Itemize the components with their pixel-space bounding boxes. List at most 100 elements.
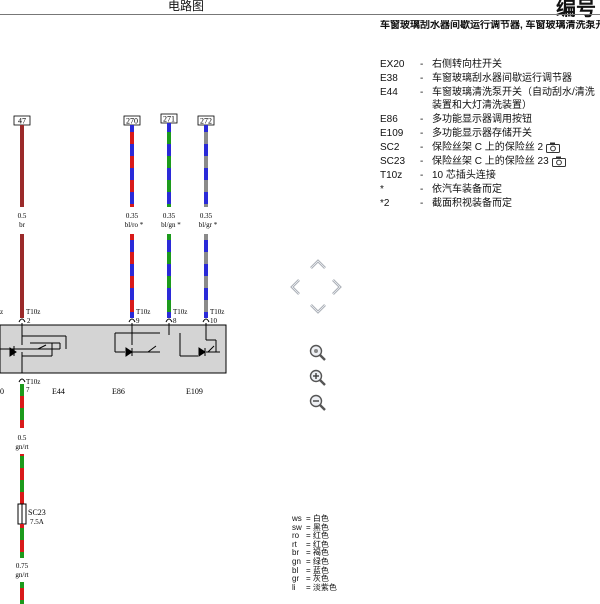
camera-icon[interactable] [551, 156, 566, 167]
zoom-out-icon[interactable] [308, 393, 328, 413]
legend-item: T10z - 10 芯插头连接 [380, 169, 600, 183]
legend-code: * [380, 184, 384, 195]
arrow-left-icon[interactable] [288, 278, 302, 296]
connector-label: T10z [173, 308, 187, 316]
legend-code: E44 [380, 87, 398, 98]
legend-desc: 10 芯插头连接 [432, 170, 496, 181]
wire-bl-gr-lower [204, 234, 208, 318]
legend-code: E38 [380, 73, 398, 84]
diagram-number-label: 编号 [556, 0, 596, 20]
wire-gn-rt [20, 384, 24, 428]
wire-gauge-label: 0.35 [200, 212, 213, 220]
fuse-label: SC23 [28, 508, 46, 517]
wire-color-label: gn/rt [15, 571, 28, 579]
connector-label: T10z [26, 308, 40, 316]
legend-code: E109 [380, 128, 404, 139]
color-abbr: li [292, 582, 296, 592]
wire-br-upper [20, 125, 24, 207]
arrow-up-icon[interactable] [309, 257, 327, 271]
legend-item: * - 依汽车装备而定 [380, 183, 600, 197]
ref-number: 272 [200, 117, 212, 126]
legend-item: SC23 - 保险丝架 C 上的保险丝 23 [380, 155, 600, 169]
wire-gauge-label: 0.75 [16, 562, 29, 570]
component-label: E109 [186, 387, 203, 396]
wire-gn-rt [20, 524, 24, 558]
legend-dash: - [420, 59, 424, 70]
legend-dash: - [420, 170, 424, 181]
wire-bl-gn-lower [167, 234, 171, 318]
legend-dash: - [420, 73, 424, 84]
legend-code: SC2 [380, 142, 400, 153]
connector-label-fragment: z [0, 308, 3, 316]
legend-desc-text: 保险丝架 C 上的保险丝 2 [432, 142, 544, 153]
legend-desc: 依汽车装备而定 [432, 184, 502, 195]
wire-gauge-label: 0.5 [18, 212, 27, 220]
legend-desc: 右侧转向柱开关 [432, 59, 502, 70]
legend-item: E38 - 车窗玻璃刮水器间歇运行调节器 [380, 72, 600, 86]
component-fragment: 0 [0, 387, 4, 396]
connector-label: T10z [210, 308, 224, 316]
legend-desc-text: 保险丝架 C 上的保险丝 23 [432, 156, 549, 167]
ref-box: 47 [13, 115, 31, 126]
wire-gauge-label: 0.5 [18, 434, 27, 442]
ref-box: 271 [160, 113, 178, 124]
arrow-right-icon[interactable] [330, 278, 344, 296]
legend-item: SC2 - 保险丝架 C 上的保险丝 2 [380, 141, 600, 155]
fuse-rating: 7.5A [30, 518, 44, 526]
wire-bl-ro-upper [130, 125, 134, 207]
legend-dash: - [420, 156, 424, 167]
legend-dash: - [420, 198, 424, 209]
wire-color-key: ws = 白色 sw = 黑色 ro = 红色 rt = 红色 br = 褐色 gn = 绿… [292, 514, 337, 593]
zoom-in-icon[interactable] [308, 368, 328, 388]
legend-title: 车窗玻璃刮水器间歇运行调节器, 车窗玻璃清洗泵开关(自动刮水/清洗装置和大灯清洗… [380, 20, 600, 31]
zoom-fit-icon[interactable] [308, 343, 328, 363]
legend-dash: - [420, 184, 424, 195]
ref-box: 272 [197, 115, 215, 126]
pin-arrow [202, 318, 210, 323]
ref-number: 47 [18, 117, 26, 126]
arrow-down-icon[interactable] [309, 302, 327, 316]
pin-arrow [18, 378, 26, 383]
legend-code: *2 [380, 198, 390, 209]
pin-arrow [128, 318, 136, 323]
legend-desc: 多功能显示器调用按钮 [432, 114, 532, 125]
connector-pin: 8 [173, 317, 177, 325]
ref-box: 270 [123, 115, 141, 126]
legend-dash: - [420, 142, 424, 153]
legend-desc: 保险丝架 C 上的保险丝 2 [432, 141, 600, 154]
legend-item: E86 - 多功能显示器调用按钮 [380, 113, 600, 127]
wire-gn-rt [20, 454, 24, 504]
ref-number: 271 [163, 115, 175, 124]
color-meaning: = 淡紫色 [306, 582, 337, 592]
legend-dash: - [420, 128, 424, 139]
legend-desc: 保险丝架 C 上的保险丝 23 [432, 155, 600, 168]
connector-label: T10z [26, 378, 40, 386]
legend-item: E109 - 多功能显示器存储开关 [380, 127, 600, 141]
component-legend: EX20 - 右侧转向柱开关 E38 - 车窗玻璃刮水器间歇运行调节器 E44 … [380, 58, 600, 211]
wire-br-lower [20, 234, 24, 318]
wire-bl-ro-lower [130, 234, 134, 318]
legend-item: EX20 - 右侧转向柱开关 [380, 58, 600, 72]
wire-gn-rt [20, 582, 24, 604]
camera-icon[interactable] [546, 142, 561, 153]
component-label: E86 [112, 387, 125, 396]
color-key-row: li = 淡紫色 [292, 582, 337, 593]
ref-number: 270 [126, 117, 138, 126]
wire-gauge-label: 0.35 [163, 212, 176, 220]
legend-desc: 多功能显示器存储开关 [432, 128, 532, 139]
wire-bl-gn-upper [167, 123, 171, 207]
wire-color-label: bl/gn * [161, 221, 181, 229]
legend-item: *2 - 截面积视装备而定 [380, 197, 600, 211]
wire-bl-gr-upper [204, 125, 208, 207]
connector-pin: 10 [210, 317, 218, 325]
wire-gauge-label: 0.35 [126, 212, 139, 220]
legend-desc: 车窗玻璃清洗泵开关（自动刮水/清洗装置和大灯清洗装置） [432, 87, 595, 111]
legend-desc: 截面积视装备而定 [432, 198, 512, 209]
pin-arrow [165, 318, 173, 323]
connector-pin: 7 [26, 386, 30, 394]
wire-color-label: bl/gr * [199, 221, 218, 229]
component-label: E44 [52, 387, 65, 396]
wire-color-label: br [19, 221, 26, 229]
legend-code: EX20 [380, 59, 405, 70]
legend-desc: 车窗玻璃刮水器间歇运行调节器 [432, 73, 572, 84]
